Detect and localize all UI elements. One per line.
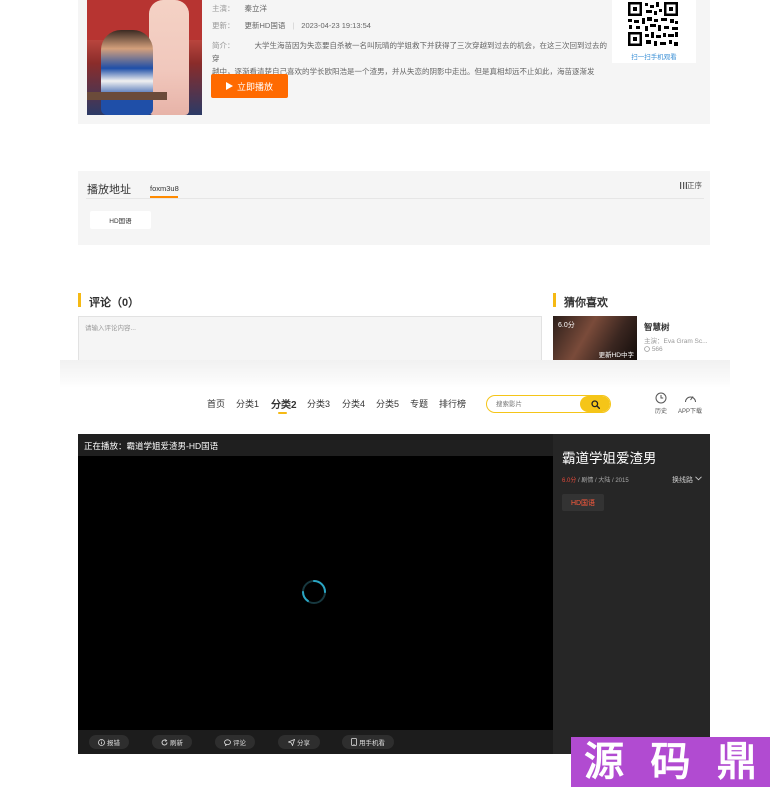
watermark-char-2: 码 — [650, 738, 691, 785]
nav-category-3[interactable]: 分类3 — [307, 397, 330, 410]
share-plane-icon — [288, 738, 295, 746]
refresh-icon — [161, 738, 168, 745]
playlist-divider — [86, 198, 704, 199]
video-meta: 6.0分 / 剧情 / 大陆 / 2015 — [562, 475, 629, 484]
watermark-char-1: 源 — [584, 738, 625, 785]
video-title: 霸道学姐爱渣男 — [562, 451, 657, 466]
now-playing-title: 正在播放：霸道学姐爱渣男-HD国语 — [84, 441, 219, 451]
recommend-cast: 主演：Eva Gram Sc... — [644, 338, 708, 345]
nav-home[interactable]: 首页 — [207, 397, 225, 410]
recommend-thumbnail[interactable]: 6.0分 更新HD中字 — [553, 316, 637, 360]
report-button[interactable]: 报错 — [89, 735, 129, 749]
nav-category-2[interactable]: 分类2 — [271, 396, 297, 411]
qr-code-icon — [620, 2, 686, 46]
comment-placeholder: 请输入评论内容... — [85, 325, 136, 332]
report-label: 报错 — [107, 740, 120, 747]
nav-category-4[interactable]: 分类4 — [342, 397, 365, 410]
update-value: 更新HD国语 — [244, 21, 286, 30]
views-icon — [644, 346, 650, 352]
intro-label: 简介： — [212, 41, 235, 50]
comments-title: 评论（0） — [89, 297, 140, 309]
mobile-phone-icon — [351, 738, 357, 746]
play-icon — [225, 82, 233, 90]
play-now-label: 立即播放 — [236, 81, 273, 92]
recommend-views: 566 — [644, 346, 663, 353]
speedometer-icon — [684, 396, 696, 403]
search-input[interactable] — [487, 396, 581, 412]
update-row: 更新： 更新HD国语 | 2023-04-23 19:13:54 — [212, 21, 371, 30]
sort-icon — [680, 182, 687, 189]
mobile-watch-button[interactable]: 用手机看 — [342, 735, 394, 749]
refresh-label: 刷新 — [170, 740, 183, 747]
recommend-title-bar — [553, 293, 556, 307]
share-button[interactable]: 分享 — [278, 735, 320, 749]
movie-poster[interactable] — [87, 0, 202, 115]
history-clock-icon — [655, 392, 667, 404]
cast-row: 主演： 秦立洋 — [212, 3, 267, 14]
update-label: 更新： — [212, 21, 235, 30]
nav-active-indicator — [278, 412, 287, 414]
qr-caption: 扫一扫手机观看 — [631, 54, 677, 61]
play-now-button[interactable]: 立即播放 — [211, 74, 288, 98]
recommend-title: 猜你喜欢 — [564, 297, 608, 309]
search-box — [486, 395, 611, 413]
loading-spinner-icon — [302, 580, 326, 604]
share-label: 分享 — [297, 740, 310, 747]
comment-label: 评论 — [233, 740, 246, 747]
info-icon — [98, 738, 105, 746]
update-time: 2023-04-23 19:13:54 — [301, 21, 371, 30]
history-label: 历史 — [654, 409, 667, 415]
comment-button[interactable]: 评论 — [215, 735, 255, 749]
recommend-name[interactable]: 智慧树 — [644, 321, 670, 333]
cast-value[interactable]: 秦立洋 — [245, 4, 268, 13]
comment-textarea[interactable] — [78, 316, 542, 364]
switch-line-dropdown[interactable]: 换线路 — [672, 475, 702, 485]
playlist-panel — [78, 171, 710, 245]
app-download-button[interactable]: APP下载 — [676, 392, 704, 415]
chevron-down-icon — [695, 476, 702, 481]
sort-label: 正序 — [687, 181, 702, 190]
nav-category-1[interactable]: 分类1 — [236, 397, 259, 410]
episode-chip[interactable]: HD国语 — [562, 494, 604, 511]
sort-toggle[interactable]: 正序 — [680, 180, 702, 191]
mobile-watch-label: 用手机看 — [359, 740, 385, 747]
search-button[interactable] — [580, 396, 610, 412]
watermark-logo: 源 码 鼎 — [571, 737, 770, 787]
refresh-button[interactable]: 刷新 — [152, 735, 192, 749]
switch-line-label: 换线路 — [672, 477, 693, 484]
watermark-char-3: 鼎 — [716, 738, 757, 785]
intro-line-1: 大学生海苗因为失恋要自杀被一名叫阮晴的学姐救下并获得了三次穿越到过去的机会，在这… — [212, 41, 607, 63]
app-download-label: APP下载 — [677, 409, 702, 415]
qr-code-panel: 扫一扫手机观看 — [612, 0, 696, 63]
recommend-badge: 更新HD中字 — [598, 352, 634, 359]
header-shadow — [60, 360, 730, 388]
recommend-views-count: 566 — [651, 346, 663, 353]
history-button[interactable]: 历史 — [651, 392, 671, 415]
comments-title-bar — [78, 293, 81, 307]
recommend-score: 6.0分 — [558, 322, 575, 329]
nav-ranking[interactable]: 排行榜 — [439, 397, 466, 410]
cast-label: 主演： — [212, 4, 235, 13]
video-score: 6.0分 — [562, 478, 577, 484]
search-icon — [590, 399, 600, 409]
nav-topics[interactable]: 专题 — [410, 397, 428, 410]
source-tab[interactable]: foxm3u8 — [150, 184, 179, 193]
episode-button[interactable]: HD国语 — [90, 211, 151, 229]
comment-bubble-icon — [224, 738, 231, 746]
nav-category-5[interactable]: 分类5 — [376, 397, 399, 410]
playlist-title: 播放地址 — [87, 184, 131, 196]
video-genre-region-year: / 剧情 / 大陆 / 2015 — [576, 478, 629, 484]
